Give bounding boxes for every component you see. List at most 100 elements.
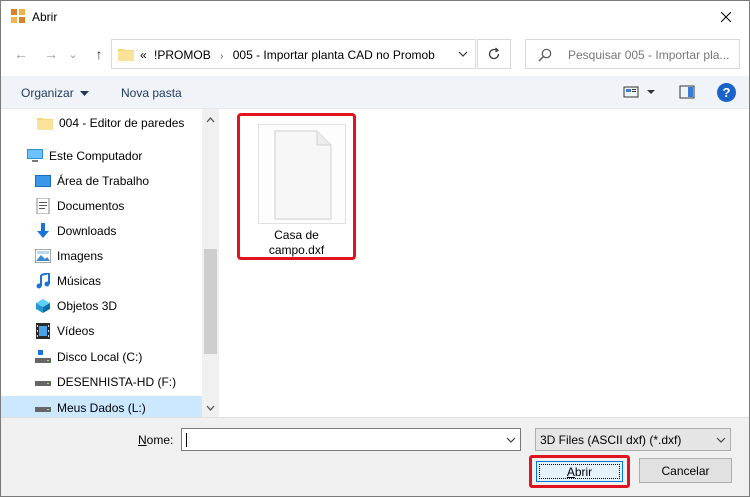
up-button[interactable]: ↑ (89, 44, 109, 64)
documents-icon (35, 198, 51, 214)
file-name-line: Casa de (274, 228, 319, 242)
refresh-button[interactable] (477, 39, 511, 69)
nav-item-area-de-trabalho[interactable]: Área de Trabalho (1, 169, 201, 193)
text-caret (186, 433, 187, 447)
search-icon (538, 48, 552, 62)
chevron-down-icon[interactable] (506, 435, 516, 445)
folder-icon (118, 49, 134, 61)
new-folder-button[interactable]: Nova pasta (121, 86, 182, 100)
nav-item-downloads[interactable]: Downloads (1, 219, 201, 243)
music-icon (35, 273, 51, 289)
breadcrumb-separator[interactable]: › (220, 51, 223, 62)
nav-item-desenhista-hd-f[interactable]: DESENHISTA-HD (F:) (1, 370, 201, 394)
label-text: ome: (146, 433, 174, 447)
nav-item-editor-de-paredes[interactable]: 004 - Editor de paredes (1, 111, 201, 135)
file-name-label: Nome: (138, 433, 173, 447)
window-title: Abrir (32, 10, 58, 24)
breadcrumb: « !PROMOB › 005 - Importar planta CAD no… (140, 48, 435, 62)
nav-item-meus-dados-l[interactable]: Meus Dados (L:) (1, 396, 202, 417)
recent-locations-button[interactable]: ⌄ (67, 44, 79, 64)
nav-pane-scrollbar[interactable] (202, 109, 219, 417)
preview-pane-icon[interactable] (679, 84, 695, 100)
cancel-button[interactable]: Cancelar (639, 458, 732, 483)
file-type-value: 3D Files (ASCII dxf) (*.dxf) (540, 433, 682, 447)
open-button[interactable]: Abrir (536, 461, 623, 482)
search-box[interactable]: Pesquisar 005 - Importar pla... (525, 39, 740, 69)
nav-item-objetos-3d[interactable]: Objetos 3D (1, 294, 201, 318)
desktop-icon (35, 173, 51, 189)
button-label: brir (574, 464, 593, 479)
drive-icon (35, 400, 51, 416)
dropdown-arrow-icon (80, 91, 90, 96)
scrollbar-thumb[interactable] (204, 249, 217, 354)
navigation-bar: ← → ⌄ ↑ « !PROMOB › 005 - Importar plant… (1, 32, 749, 76)
chevron-down-icon[interactable] (457, 48, 469, 60)
open-file-dialog: Abrir ← → ⌄ ↑ « !PROMOB › 005 - Importar… (0, 0, 750, 497)
chevron-down-icon (206, 405, 215, 411)
forward-button[interactable]: → (41, 44, 61, 64)
nav-item-label: DESENHISTA-HD (F:) (57, 375, 177, 389)
open-button-highlight: Abrir (529, 455, 630, 488)
chevron-up-icon (206, 116, 215, 122)
nav-item-documentos[interactable]: Documentos (1, 194, 201, 218)
nav-item-musicas[interactable]: Músicas (1, 269, 201, 293)
generic-file-icon (274, 130, 332, 220)
nav-item-label: 004 - Editor de paredes (59, 116, 185, 130)
drive-icon (35, 374, 51, 390)
nav-item-label: Imagens (57, 249, 104, 263)
accelerator-key: A (566, 464, 575, 479)
local-disk-icon (35, 349, 51, 365)
address-bar[interactable]: « !PROMOB › 005 - Importar planta CAD no… (111, 39, 476, 69)
nav-item-label: Documentos (57, 199, 125, 213)
refresh-icon (488, 47, 500, 60)
nav-item-label: Downloads (57, 224, 117, 238)
file-name-input[interactable] (181, 428, 521, 451)
nav-item-label: Vídeos (57, 324, 95, 338)
file-thumbnail (258, 124, 346, 224)
nav-item-imagens[interactable]: Imagens (1, 244, 201, 268)
accelerator-key: N (138, 433, 147, 447)
navigation-pane: 004 - Editor de paredes Este Computador … (1, 109, 220, 417)
nav-item-este-computador[interactable]: Este Computador (1, 144, 201, 168)
file-type-select[interactable]: 3D Files (ASCII dxf) (*.dxf) (535, 428, 731, 451)
downloads-icon (35, 223, 51, 239)
nav-item-videos[interactable]: Vídeos (1, 319, 201, 343)
nav-item-label: Meus Dados (L:) (57, 401, 146, 415)
3d-objects-icon (35, 298, 51, 314)
breadcrumb-overflow[interactable]: « (140, 48, 147, 62)
close-button[interactable] (703, 1, 749, 32)
search-input[interactable]: Pesquisar 005 - Importar pla... (568, 48, 729, 62)
dialog-footer: Nome: 3D Files (ASCII dxf) (*.dxf) Abrir… (1, 417, 749, 496)
chevron-down-icon (716, 437, 726, 443)
file-item-casa-de-campo[interactable]: Casa de campo.dxf (237, 113, 356, 260)
breadcrumb-item[interactable]: 005 - Importar planta CAD no Promob (233, 48, 435, 62)
scroll-up-button[interactable] (202, 111, 219, 128)
command-bar: Organizar Nova pasta ? (1, 76, 749, 109)
scroll-down-button[interactable] (202, 399, 219, 416)
nav-item-label: Músicas (57, 274, 102, 288)
nav-item-label: Disco Local (C:) (57, 350, 143, 364)
nav-item-disco-local-c[interactable]: Disco Local (C:) (1, 345, 201, 369)
folder-icon (37, 115, 53, 131)
videos-icon (35, 323, 51, 339)
organize-menu[interactable]: Organizar (21, 86, 90, 100)
computer-icon (27, 148, 43, 164)
images-icon (35, 248, 51, 264)
help-icon: ? (722, 85, 731, 100)
up-arrow-icon: ↑ (95, 46, 103, 62)
nav-item-label: Objetos 3D (57, 299, 118, 313)
file-name: Casa de campo.dxf (240, 228, 353, 258)
app-icon (11, 9, 25, 23)
view-options-icon[interactable] (623, 84, 639, 100)
close-icon (721, 11, 731, 22)
title-bar: Abrir (1, 1, 749, 32)
back-button[interactable]: ← (11, 44, 31, 64)
organize-label: Organizar (21, 86, 74, 100)
view-dropdown-icon[interactable] (646, 84, 656, 100)
chevron-down-icon: ⌄ (68, 48, 78, 61)
back-arrow-icon: ← (14, 46, 28, 62)
nav-item-label: Área de Trabalho (57, 174, 150, 188)
help-button[interactable]: ? (717, 83, 736, 102)
breadcrumb-item[interactable]: !PROMOB (154, 48, 211, 62)
nav-item-label: Este Computador (49, 149, 143, 163)
